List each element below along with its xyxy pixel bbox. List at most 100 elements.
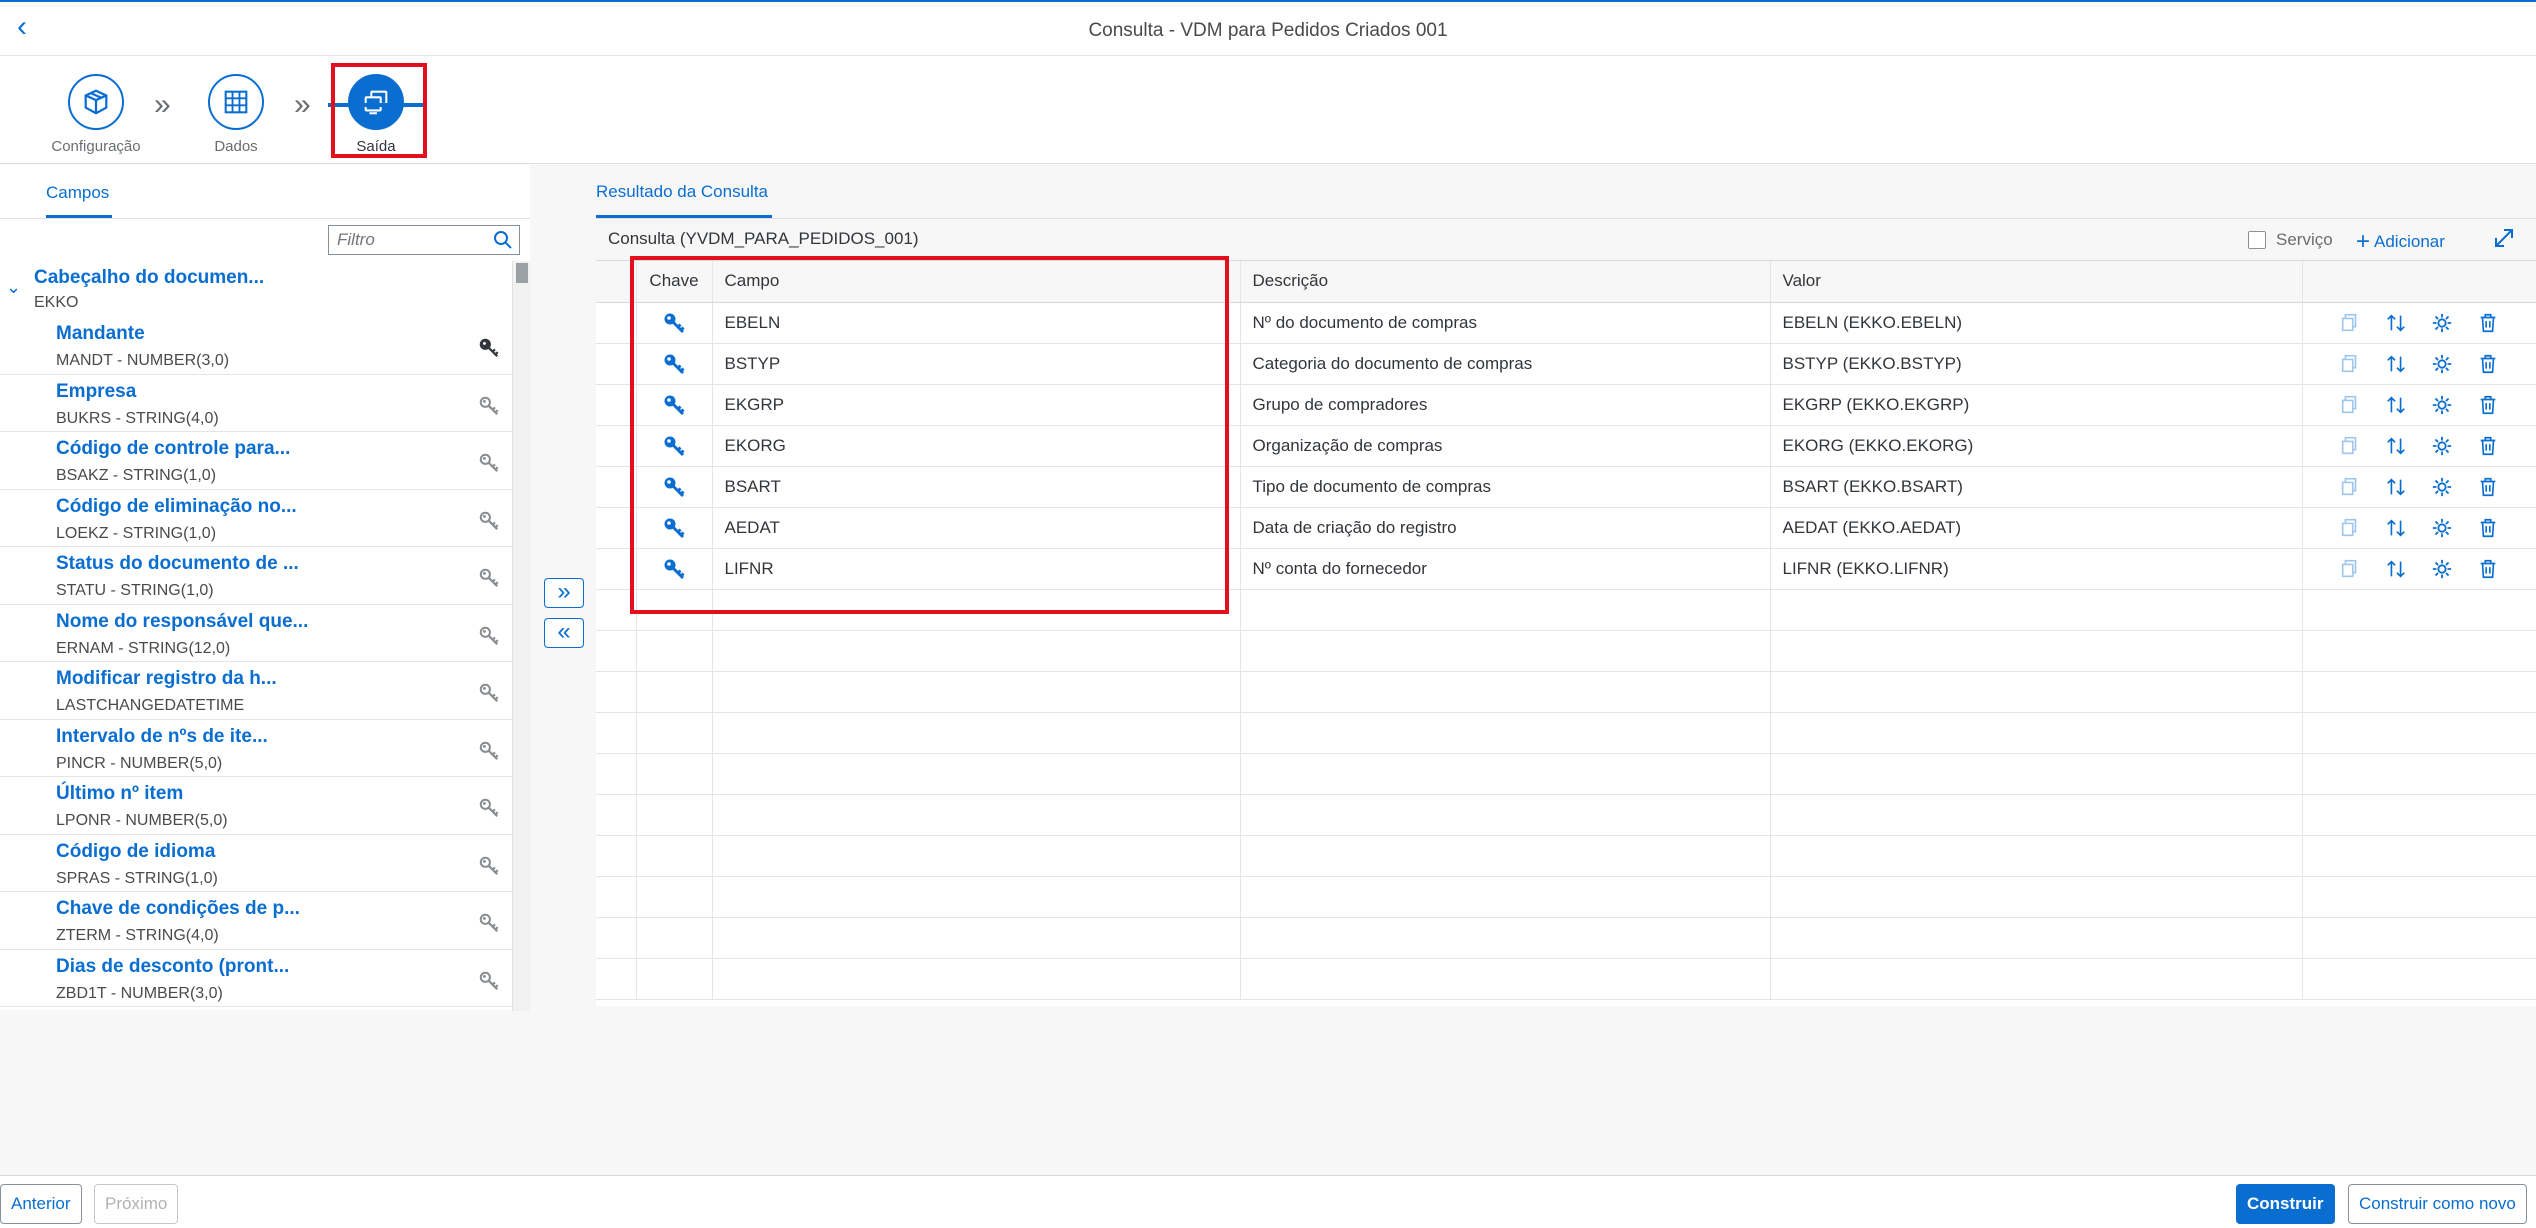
tree-group[interactable]: ⌄ Cabeçalho do documen... EKKO	[0, 261, 512, 317]
anterior-button[interactable]: Anterior	[0, 1184, 82, 1224]
empty-cell	[712, 794, 1241, 836]
field-list-item[interactable]: Modificar registro da h... LASTCHANGEDATE…	[0, 662, 512, 720]
sort-icon[interactable]	[2385, 476, 2407, 498]
delete-icon[interactable]	[2477, 394, 2499, 416]
field-list-item[interactable]: Chave de condições de p... ZTERM - STRING…	[0, 892, 512, 950]
box-icon	[68, 74, 124, 130]
copy-icon[interactable]	[2339, 435, 2361, 457]
sort-icon[interactable]	[2385, 312, 2407, 334]
proximo-button[interactable]: Próximo	[94, 1184, 179, 1224]
copy-icon[interactable]	[2339, 394, 2361, 416]
servico-checkbox[interactable]: Serviço	[2248, 230, 2333, 250]
step-configuracao[interactable]: Configuração	[36, 74, 156, 155]
key-icon[interactable]	[478, 912, 500, 934]
sort-icon[interactable]	[2385, 394, 2407, 416]
expand-icon[interactable]	[2492, 226, 2516, 250]
key-icon[interactable]	[478, 797, 500, 819]
group-subtitle: EKKO	[34, 294, 79, 311]
scrollbar-thumb[interactable]	[516, 263, 528, 283]
empty-cell	[1770, 671, 2303, 713]
empty-cell	[1770, 589, 2303, 631]
field-list-item[interactable]: Status do documento de ... STATU - STRING…	[0, 547, 512, 605]
sort-icon[interactable]	[2385, 517, 2407, 539]
valor-cell: EKGRP (EKKO.EKGRP)	[1770, 384, 2303, 426]
delete-icon[interactable]	[2477, 476, 2499, 498]
add-field-button[interactable]: »	[544, 578, 584, 608]
key-icon[interactable]	[478, 395, 500, 417]
field-list-item[interactable]: Código de controle para... BSAKZ - STRING…	[0, 432, 512, 490]
field-list-item[interactable]: Intervalo de nºs de ite... PINCR - NUMBER…	[0, 720, 512, 777]
field-title: Código de idioma	[56, 840, 216, 862]
empty-cell	[1770, 835, 2303, 877]
delete-icon[interactable]	[2477, 353, 2499, 375]
empty-cell	[636, 958, 713, 1000]
key-icon[interactable]	[478, 970, 500, 992]
actions-cell	[2302, 507, 2536, 549]
empty-cell	[1770, 917, 2303, 959]
construir-button[interactable]: Construir	[2236, 1184, 2335, 1224]
group-title: Cabeçalho do documen...	[34, 267, 265, 288]
key-icon[interactable]	[478, 337, 500, 359]
remove-field-button[interactable]: «	[544, 618, 584, 648]
key-icon[interactable]	[478, 682, 500, 704]
empty-cell	[1240, 835, 1771, 877]
filter-field[interactable]	[328, 225, 520, 255]
delete-icon[interactable]	[2477, 517, 2499, 539]
key-icon[interactable]	[478, 740, 500, 762]
key-icon[interactable]	[478, 452, 500, 474]
copy-icon[interactable]	[2339, 353, 2361, 375]
delete-icon[interactable]	[2477, 312, 2499, 334]
key-icon[interactable]	[478, 625, 500, 647]
key-icon[interactable]	[478, 510, 500, 532]
field-list-item[interactable]: Código de idioma SPRAS - STRING(1,0)	[0, 835, 512, 892]
empty-cell	[2302, 671, 2536, 713]
tab-campos[interactable]: Campos	[46, 183, 109, 203]
search-icon[interactable]	[493, 230, 513, 250]
field-type: ZBD1T - NUMBER(3,0)	[56, 984, 223, 1002]
tab-resultado[interactable]: Resultado da Consulta	[596, 182, 768, 202]
fields-panel: Campos ⌄ Cabeçalho do documen... EKKO Ma…	[0, 165, 530, 1011]
actions-cell	[2302, 466, 2536, 508]
adicionar-button[interactable]: + Adicionar	[2356, 228, 2445, 256]
tree-scrollbar[interactable]	[512, 261, 530, 1011]
actions-cell	[2302, 343, 2536, 385]
key-icon[interactable]	[478, 855, 500, 877]
construir-novo-button[interactable]: Construir como novo	[2348, 1184, 2527, 1224]
field-list-item[interactable]: Último nº item LPONR - NUMBER(5,0)	[0, 777, 512, 835]
empty-cell	[596, 712, 637, 754]
key-icon[interactable]	[478, 567, 500, 589]
sort-icon[interactable]	[2385, 558, 2407, 580]
empty-cell	[636, 876, 713, 918]
copy-icon[interactable]	[2339, 476, 2361, 498]
delete-icon[interactable]	[2477, 558, 2499, 580]
field-list-item[interactable]: Mandante MANDT - NUMBER(3,0)	[0, 317, 512, 375]
field-list-item[interactable]: Dias de desconto (pront... ZBD1T - NUMBER…	[0, 950, 512, 1007]
settings-icon[interactable]	[2431, 394, 2453, 416]
empty-cell	[1240, 671, 1771, 713]
row-actions	[2303, 312, 2536, 334]
settings-icon[interactable]	[2431, 312, 2453, 334]
empty-cell	[1240, 958, 1771, 1000]
field-list-item[interactable]: Código de eliminação no... LOEKZ - STRING…	[0, 490, 512, 547]
settings-icon[interactable]	[2431, 517, 2453, 539]
delete-icon[interactable]	[2477, 435, 2499, 457]
settings-icon[interactable]	[2431, 558, 2453, 580]
sort-icon[interactable]	[2385, 435, 2407, 457]
copy-icon[interactable]	[2339, 517, 2361, 539]
field-list-item[interactable]: Empresa BUKRS - STRING(4,0)	[0, 375, 512, 432]
settings-icon[interactable]	[2431, 435, 2453, 457]
copy-icon[interactable]	[2339, 312, 2361, 334]
filter-input[interactable]	[337, 227, 487, 253]
settings-icon[interactable]	[2431, 476, 2453, 498]
copy-icon[interactable]	[2339, 558, 2361, 580]
field-list-item[interactable]: Nome do responsável que... ERNAM - STRING…	[0, 605, 512, 662]
empty-cell	[2302, 835, 2536, 877]
step-dados[interactable]: Dados	[176, 74, 296, 155]
empty-cell	[2302, 794, 2536, 836]
chevron-down-icon[interactable]: ⌄	[6, 277, 21, 298]
empty-cell	[596, 753, 637, 795]
settings-icon[interactable]	[2431, 353, 2453, 375]
sort-icon[interactable]	[2385, 353, 2407, 375]
checkbox-icon[interactable]	[2248, 231, 2266, 249]
field-title: Chave de condições de p...	[56, 898, 300, 919]
